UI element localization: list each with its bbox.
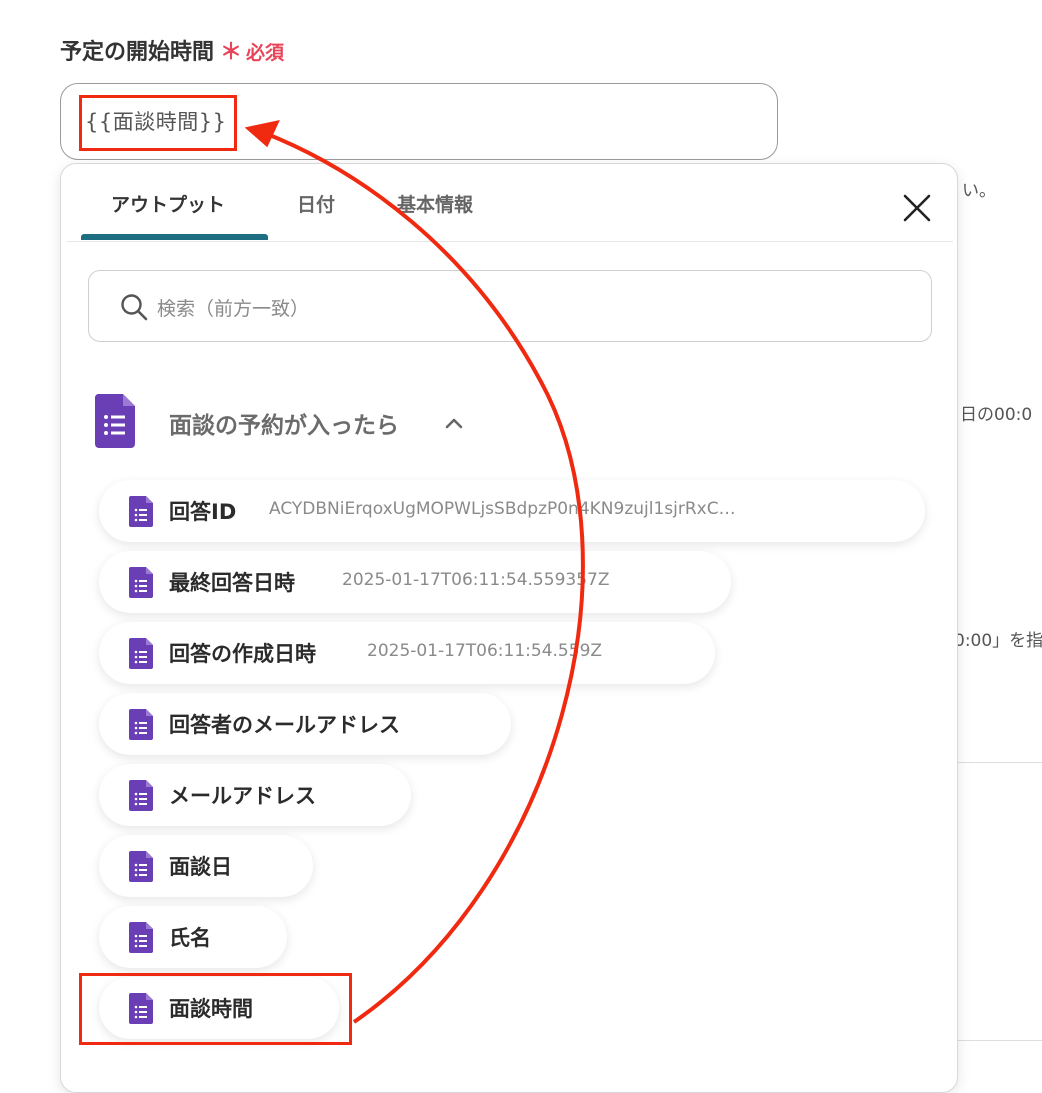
output-item-answer-id[interactable]: 回答ID ACYDBNiErqoxUgMOPWLjsSBdpzP0n4KN9zu… — [99, 480, 925, 542]
output-item-full-name[interactable]: 氏名 — [99, 906, 287, 968]
tab-divider — [67, 241, 953, 242]
item-name: 面談時間 — [169, 997, 253, 1021]
item-name: 回答者のメールアドレス — [169, 713, 400, 737]
form-field-icon — [129, 638, 153, 669]
item-name: 面談日 — [169, 855, 232, 879]
output-item-last-answer-time[interactable]: 最終回答日時 2025-01-17T06:11:54.559357Z — [99, 551, 731, 613]
field-label: 予定の開始時間＊必須 — [60, 34, 284, 66]
tab-date[interactable]: 日付 — [297, 190, 335, 217]
item-name: 氏名 — [169, 926, 211, 950]
form-field-icon — [129, 709, 153, 740]
search-icon — [121, 294, 148, 321]
item-value: 2025-01-17T06:11:54.559Z — [367, 641, 603, 661]
item-name: メールアドレス — [169, 784, 316, 808]
close-icon — [903, 194, 931, 222]
background-text-fragment: 0:00」を指 — [954, 631, 1042, 651]
section-title: 面談の予約が入ったら — [169, 413, 399, 439]
item-name: 最終回答日時 — [169, 571, 295, 595]
item-name: 回答の作成日時 — [169, 642, 316, 666]
variable-picker-popup: アウトプット 日付 基本情報 検索（前方一致） 面談の予約が入ったら 回答ID … — [60, 163, 958, 1093]
output-item-created-time[interactable]: 回答の作成日時 2025-01-17T06:11:54.559Z — [99, 622, 715, 684]
item-name: 回答ID — [169, 500, 237, 524]
active-tab-indicator — [81, 234, 268, 240]
item-value: 2025-01-17T06:11:54.559357Z — [342, 570, 610, 590]
tab-output[interactable]: アウトプット — [111, 190, 225, 217]
form-field-icon — [129, 567, 153, 598]
form-field-icon — [129, 993, 153, 1024]
background-divider — [958, 1040, 1042, 1041]
chevron-up-icon — [445, 418, 463, 429]
start-time-value: {{面談時間}} — [85, 110, 227, 134]
search-placeholder: 検索（前方一致） — [157, 298, 310, 320]
section-header[interactable]: 面談の予約が入ったら — [91, 392, 511, 452]
close-button[interactable] — [899, 190, 935, 226]
background-text-fragment: 日の00:0 — [960, 405, 1033, 425]
output-item-respondent-email[interactable]: 回答者のメールアドレス — [99, 693, 511, 755]
background-text-fragment: い。 — [962, 181, 996, 201]
field-label-text: 予定の開始時間 — [60, 40, 215, 65]
output-item-email[interactable]: メールアドレス — [99, 764, 411, 826]
google-forms-icon — [95, 394, 135, 448]
form-field-icon — [129, 496, 153, 527]
form-field-icon — [129, 780, 153, 811]
background-divider — [958, 762, 1042, 763]
output-item-interview-date[interactable]: 面談日 — [99, 835, 313, 897]
start-time-input[interactable]: {{面談時間}} — [60, 83, 778, 160]
required-star: ＊ — [220, 40, 243, 65]
search-input[interactable]: 検索（前方一致） — [88, 270, 932, 342]
required-text: 必須 — [246, 42, 285, 64]
form-field-icon — [129, 922, 153, 953]
output-item-interview-time[interactable]: 面談時間 — [99, 977, 339, 1039]
tab-bar: アウトプット 日付 基本情報 — [61, 164, 957, 242]
form-field-icon — [129, 851, 153, 882]
item-value: ACYDBNiErqoxUgMOPWLjsSBdpzP0n4KN9zujl1sj… — [269, 499, 736, 519]
tab-basic-info[interactable]: 基本情報 — [397, 190, 473, 217]
